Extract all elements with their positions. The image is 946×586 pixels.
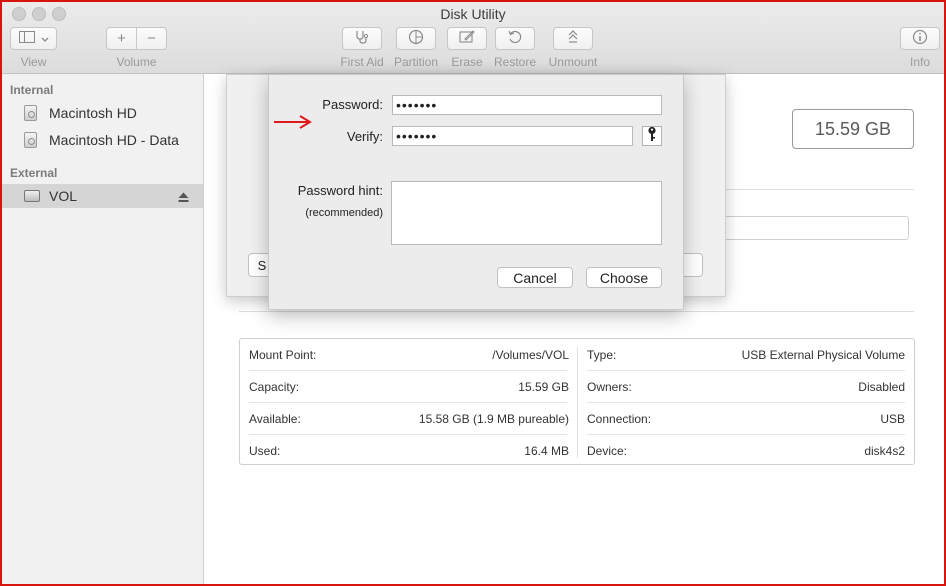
key-icon xyxy=(647,126,657,147)
cancel-button[interactable]: Cancel xyxy=(497,267,573,288)
first-aid-button[interactable] xyxy=(342,27,382,50)
plus-icon: + xyxy=(117,30,126,47)
background-field xyxy=(721,216,909,240)
unmount-label: Unmount xyxy=(548,55,598,69)
internal-disk-icon xyxy=(24,105,40,121)
info-value: USB xyxy=(880,411,905,426)
info-label: Capacity: xyxy=(249,379,300,394)
sidebar-header-external: External xyxy=(10,166,58,180)
toolbar: Disk Utility View + − Volume First Aid P… xyxy=(2,2,944,74)
info-value: /Volumes/VOL xyxy=(492,347,569,362)
erase-label: Erase xyxy=(451,55,483,69)
info-label: Connection: xyxy=(587,411,652,426)
internal-disk-icon xyxy=(24,132,40,148)
info-label: Mount Point: xyxy=(249,347,317,362)
erase-button[interactable] xyxy=(447,27,487,50)
external-disk-icon xyxy=(24,188,40,204)
volume-label: Volume xyxy=(116,55,157,69)
info-value: USB External Physical Volume xyxy=(741,347,905,362)
remove-volume-button[interactable]: − xyxy=(137,28,166,49)
password-field[interactable]: ••••••• xyxy=(392,95,662,115)
capacity-display: 15.59 GB xyxy=(792,109,914,149)
first-aid-label: First Aid xyxy=(340,55,384,69)
annotation-arrow-icon xyxy=(272,114,314,135)
info-row: Available: 15.58 GB (1.9 MB pureable) Co… xyxy=(240,403,914,434)
add-volume-button[interactable]: + xyxy=(107,28,136,49)
chevron-down-icon xyxy=(41,30,49,47)
pie-chart-icon xyxy=(408,29,424,49)
eject-icon xyxy=(566,29,580,48)
minus-icon: − xyxy=(147,30,156,47)
sidebar-item-label: VOL xyxy=(49,188,78,204)
info-label: Available: xyxy=(249,411,301,426)
divider xyxy=(239,311,914,312)
info-value: 16.4 MB xyxy=(524,443,569,458)
password-dialog: Password: ••••••• Verify: ••••••• Passwo… xyxy=(268,74,684,310)
sidebar-toggle-icon xyxy=(18,30,35,47)
sidebar-item-vol[interactable]: VOL xyxy=(2,184,203,208)
sidebar-item-label: Macintosh HD - Data xyxy=(49,132,179,148)
app-window: Disk Utility View + − Volume First Aid P… xyxy=(0,0,946,586)
volume-segment: + − xyxy=(106,27,167,50)
sidebar-header-internal: Internal xyxy=(10,83,54,97)
verify-field[interactable]: ••••••• xyxy=(392,126,633,146)
info-value: Disabled xyxy=(858,379,905,394)
restore-icon xyxy=(507,29,523,49)
info-value: 15.59 GB xyxy=(518,379,569,394)
info-row: Mount Point: /Volumes/VOL Type: USB Exte… xyxy=(240,339,914,370)
info-label: Owners: xyxy=(587,379,632,394)
password-hint-label: Password hint: xyxy=(297,183,383,198)
sidebar-item-label: Macintosh HD xyxy=(49,105,137,121)
info-row: Used: 16.4 MB Device: disk4s2 xyxy=(240,435,914,466)
password-hint-sublabel: (recommended) xyxy=(305,207,383,219)
view-label: View xyxy=(20,55,47,69)
unmount-button[interactable] xyxy=(553,27,593,50)
info-button[interactable] xyxy=(900,27,940,50)
info-icon xyxy=(912,29,928,49)
info-row: Capacity: 15.59 GB Owners: Disabled xyxy=(240,371,914,402)
partition-button[interactable] xyxy=(396,27,436,50)
eject-icon[interactable] xyxy=(178,190,189,206)
choose-button[interactable]: Choose xyxy=(586,267,662,288)
password-assistant-button[interactable] xyxy=(642,126,662,146)
partition-label: Partition xyxy=(393,55,439,69)
info-value: disk4s2 xyxy=(864,443,905,458)
sidebar-item-macintosh-hd[interactable]: Macintosh HD xyxy=(2,101,203,125)
info-value: 15.58 GB (1.9 MB pureable) xyxy=(418,411,569,426)
info-label: Used: xyxy=(249,443,281,458)
volume-info-table: Mount Point: /Volumes/VOL Type: USB Exte… xyxy=(239,338,915,465)
erase-icon xyxy=(459,29,475,48)
restore-label: Restore xyxy=(493,55,537,69)
view-button[interactable] xyxy=(10,27,57,50)
password-hint-field[interactable] xyxy=(391,181,662,245)
sidebar: Internal Macintosh HD Macintosh HD - Dat… xyxy=(2,74,204,584)
password-label: Password: xyxy=(322,97,383,112)
info-label: Device: xyxy=(587,443,628,458)
window-title: Disk Utility xyxy=(440,6,506,22)
sidebar-item-macintosh-hd-data[interactable]: Macintosh HD - Data xyxy=(2,128,203,152)
info-label: Type: xyxy=(587,347,617,362)
sheet-button[interactable] xyxy=(681,253,703,277)
restore-button[interactable] xyxy=(495,27,535,50)
stethoscope-icon xyxy=(354,30,370,48)
info-label: Info xyxy=(909,55,930,69)
